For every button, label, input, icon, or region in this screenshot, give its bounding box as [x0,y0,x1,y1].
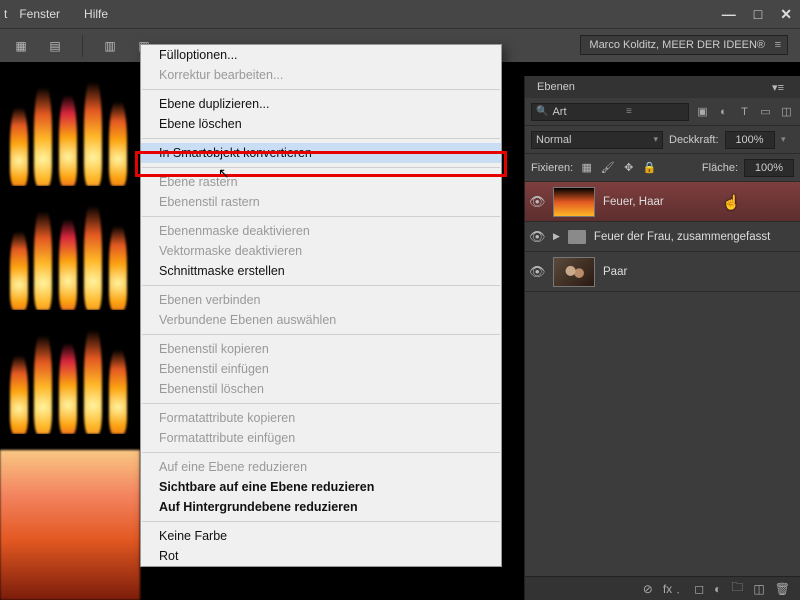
ctx-paste-format: Formatattribute einfügen [141,428,501,448]
ctx-edit-correction: Korrektur bearbeiten... [141,65,501,85]
adjustment-layer-icon[interactable]: ◐ [714,582,721,596]
add-mask-icon[interactable]: ◻ [694,582,704,596]
layer-row-selected[interactable]: 👁 Feuer, Haar ☝ [525,182,800,222]
blend-mode-dropdown[interactable]: Normal [531,131,663,149]
cursor-icon: ↖ [218,165,230,182]
ctx-rasterize-layer: Ebene rastern [141,172,501,192]
ctx-rasterize-style: Ebenenstil rastern [141,192,501,212]
visibility-eye-icon[interactable]: 👁 [529,229,545,245]
ctx-paste-style: Ebenenstil einfügen [141,359,501,379]
toolbar-icon[interactable]: ▥ [97,35,123,57]
filter-adjustment-icon[interactable]: ◐ [716,104,731,119]
layer-name[interactable]: Feuer der Frau, zusammengefasst [594,231,770,243]
ctx-merge-down: Auf eine Ebene reduzieren [141,457,501,477]
ctx-merge-visible[interactable]: Sichtbare auf eine Ebene reduzieren [141,477,501,497]
ctx-disable-layermask: Ebenenmaske deaktivieren [141,221,501,241]
menubar: t Fenster Hilfe [0,0,800,28]
layers-tab-label: Ebenen [525,81,587,93]
layer-thumbnail[interactable] [553,187,595,217]
layers-panel-footer: ⊘ fx﹒ ◻ ◐ 🗀 ◫ 🗑 [525,576,800,600]
maximize-icon[interactable]: □ [754,6,762,23]
ctx-color-red[interactable]: Rot [141,546,501,566]
ctx-select-linked: Verbundene Ebenen auswählen [141,310,501,330]
minimize-icon[interactable]: — [722,6,736,23]
opacity-field[interactable]: 100% [725,131,775,149]
layers-panel: Ebenen ▾≡ Art ▣ ◐ T ▭ ◫ Normal Deckkraft… [524,76,800,600]
menu-help[interactable]: Hilfe [72,7,120,21]
ctx-flatten-image[interactable]: Auf Hintergrundebene reduzieren [141,497,501,517]
lock-pixels-icon[interactable]: 🖌 [600,160,615,175]
window-controls: — □ ✕ [722,6,792,23]
filter-smartobject-icon[interactable]: ◫ [779,104,794,119]
canvas-fire-column [0,450,140,600]
expand-triangle-icon[interactable]: ▶ [553,231,560,242]
new-layer-icon[interactable]: ◫ [753,582,764,596]
layers-panel-tab[interactable]: Ebenen ▾≡ [525,76,800,98]
toolbar-icon[interactable]: ▦ [8,35,34,57]
lock-transparency-icon[interactable]: ▦ [579,160,594,175]
lock-label: Fixieren: [531,162,573,174]
filter-image-icon[interactable]: ▣ [695,104,710,119]
layer-filter-type-dropdown[interactable]: Art [531,103,689,121]
panel-menu-icon[interactable]: ▾≡ [760,81,796,94]
layer-list: 👁 Feuer, Haar ☝ 👁 ▶ Feuer der Frau, zusa… [525,182,800,292]
ctx-no-color[interactable]: Keine Farbe [141,526,501,546]
ctx-fill-options[interactable]: Fülloptionen... [141,45,501,65]
ctx-copy-style: Ebenenstil kopieren [141,339,501,359]
ctx-convert-smartobject[interactable]: In Smartobjekt konvertieren [141,143,501,163]
layer-name[interactable]: Feuer, Haar [603,196,664,208]
toolbar-icon[interactable]: ▤ [42,35,68,57]
document-title-dropdown[interactable]: Marco Kolditz, MEER DER IDEEN® [580,35,788,55]
opacity-label: Deckkraft: [669,134,719,146]
fill-label: Fläche: [702,162,738,174]
fx-icon[interactable]: fx﹒ [663,580,684,597]
ctx-copy-format: Formatattribute kopieren [141,408,501,428]
menu-window[interactable]: Fenster [7,7,72,21]
visibility-eye-icon[interactable]: 👁 [529,264,545,280]
folder-icon [568,230,586,244]
filter-type-icon[interactable]: T [737,104,752,119]
ctx-duplicate-layer[interactable]: Ebene duplizieren... [141,94,501,114]
link-layers-icon[interactable]: ⊘ [643,582,653,596]
new-group-icon[interactable]: 🗀 [731,578,743,599]
ctx-delete-layer[interactable]: Ebene löschen [141,114,501,134]
hand-cursor-icon: ☝ [723,194,740,211]
layer-name[interactable]: Paar [603,266,627,278]
layer-row[interactable]: 👁 Paar [525,252,800,292]
ctx-disable-vectormask: Vektormaske deaktivieren [141,241,501,261]
close-icon[interactable]: ✕ [780,6,792,23]
ctx-delete-style: Ebenenstil löschen [141,379,501,399]
filter-shape-icon[interactable]: ▭ [758,104,773,119]
layer-context-menu: Fülloptionen... Korrektur bearbeiten... … [140,44,502,567]
layer-thumbnail[interactable] [553,257,595,287]
ctx-link-layers: Ebenen verbinden [141,290,501,310]
fill-field[interactable]: 100% [744,159,794,177]
lock-position-icon[interactable]: ✥ [621,160,636,175]
layer-row-group[interactable]: 👁 ▶ Feuer der Frau, zusammengefasst [525,222,800,252]
visibility-eye-icon[interactable]: 👁 [529,194,545,210]
ctx-create-clipmask[interactable]: Schnittmaske erstellen [141,261,501,281]
lock-all-icon[interactable]: 🔒 [642,160,657,175]
delete-layer-icon[interactable]: 🗑 [775,582,790,596]
